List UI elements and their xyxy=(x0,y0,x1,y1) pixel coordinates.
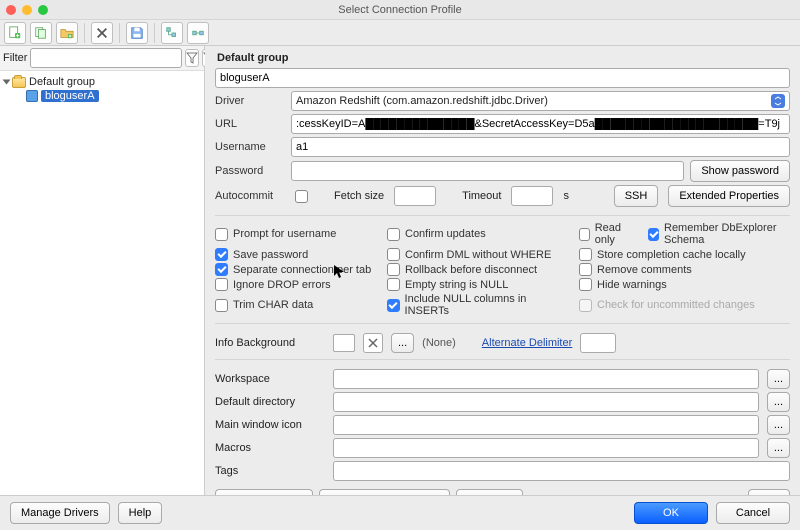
info-bg-clear-button[interactable] xyxy=(363,333,383,353)
alternate-delimiter-input[interactable] xyxy=(580,333,616,353)
new-group-button[interactable] xyxy=(56,22,78,44)
toolbar xyxy=(0,20,800,46)
x-icon xyxy=(95,26,109,40)
include-null-checkbox[interactable]: Include NULL columns in INSERTs xyxy=(387,293,567,317)
save-password-checkbox[interactable]: Save password xyxy=(215,248,375,261)
cancel-button[interactable]: Cancel xyxy=(716,502,790,524)
username-label: Username xyxy=(215,141,285,153)
alternate-delimiter-link[interactable]: Alternate Delimiter xyxy=(482,337,572,349)
manage-drivers-button[interactable]: Manage Drivers xyxy=(10,502,110,524)
funnel-icon xyxy=(186,52,198,64)
info-bg-label: Info Background xyxy=(215,337,325,349)
tags-label: Tags xyxy=(215,465,325,477)
copy-profile-button[interactable] xyxy=(30,22,52,44)
timeout-label: Timeout xyxy=(462,190,501,202)
prompt-username-checkbox[interactable]: Prompt for username xyxy=(215,222,375,246)
timeout-unit: s xyxy=(563,190,569,202)
empty-null-checkbox[interactable]: Empty string is NULL xyxy=(387,278,567,291)
hide-warnings-checkbox[interactable]: Hide warnings xyxy=(579,278,790,291)
folder-icon xyxy=(12,77,26,88)
defdir-label: Default directory xyxy=(215,396,325,408)
driver-select[interactable]: Amazon Redshift (com.amazon.redshift.jdb… xyxy=(291,91,790,111)
tree-profile-label: bloguserA xyxy=(41,90,99,102)
workspace-browse-button[interactable]: ... xyxy=(767,369,790,389)
fetch-label: Fetch size xyxy=(334,190,384,202)
filter-apply-button[interactable] xyxy=(185,49,199,67)
delete-button[interactable] xyxy=(91,22,113,44)
icon-input[interactable] xyxy=(333,415,759,435)
username-input[interactable] xyxy=(291,137,790,157)
store-cache-checkbox[interactable]: Store completion cache locally xyxy=(579,248,790,261)
trim-char-checkbox[interactable]: Trim CHAR data xyxy=(215,293,375,317)
workspace-label: Workspace xyxy=(215,373,325,385)
x-icon xyxy=(368,338,378,348)
ok-button[interactable]: OK xyxy=(634,502,708,524)
icon-label: Main window icon xyxy=(215,419,325,431)
profile-tree[interactable]: Default group bloguserA xyxy=(0,71,204,495)
disclosure-icon[interactable] xyxy=(3,80,11,85)
group-header: Default group xyxy=(217,52,790,64)
info-bg-swatch[interactable] xyxy=(333,334,355,352)
info-bg-browse-button[interactable]: ... xyxy=(391,333,414,353)
driver-value: Amazon Redshift (com.amazon.redshift.jdb… xyxy=(296,95,548,107)
url-label: URL xyxy=(215,118,285,130)
tree-group[interactable]: Default group xyxy=(2,75,202,89)
file-plus-icon xyxy=(8,26,22,40)
defdir-browse-button[interactable]: ... xyxy=(767,392,790,412)
password-label: Password xyxy=(215,165,285,177)
macros-input[interactable] xyxy=(333,438,759,458)
url-input[interactable] xyxy=(291,114,790,134)
profile-icon xyxy=(26,90,38,102)
floppy-icon xyxy=(130,26,144,40)
new-profile-button[interactable] xyxy=(4,22,26,44)
remove-comments-checkbox[interactable]: Remove comments xyxy=(579,263,790,276)
driver-label: Driver xyxy=(215,95,285,107)
timeout-input[interactable] xyxy=(511,186,553,206)
tree-profile[interactable]: bloguserA xyxy=(2,89,202,103)
defdir-input[interactable] xyxy=(333,392,759,412)
tags-input[interactable] xyxy=(333,461,790,481)
read-only-checkbox[interactable]: Read only xyxy=(579,222,634,246)
macros-browse-button[interactable]: ... xyxy=(767,438,790,458)
autocommit-label: Autocommit xyxy=(215,190,285,202)
separate-tab-checkbox[interactable]: Separate connection per tab xyxy=(215,263,375,276)
info-bg-value: (None) xyxy=(422,337,456,349)
icon-browse-button[interactable]: ... xyxy=(767,415,790,435)
fetch-input[interactable] xyxy=(394,186,436,206)
titlebar: Select Connection Profile xyxy=(0,0,800,20)
filter-label: Filter xyxy=(3,52,27,64)
rollback-checkbox[interactable]: Rollback before disconnect xyxy=(387,263,567,276)
tree-expand-icon xyxy=(165,26,179,40)
workspace-input[interactable] xyxy=(333,369,759,389)
ignore-drop-checkbox[interactable]: Ignore DROP errors xyxy=(215,278,375,291)
tree-collapse-icon xyxy=(191,26,205,40)
folder-plus-icon xyxy=(60,26,74,40)
autocommit-checkbox[interactable] xyxy=(295,190,308,203)
chevron-updown-icon xyxy=(771,94,785,108)
remember-schema-checkbox[interactable]: Remember DbExplorer Schema xyxy=(648,222,790,246)
check-uncommitted-checkbox: Check for uncommitted changes xyxy=(579,293,790,317)
macros-label: Macros xyxy=(215,442,325,454)
tree-group-label: Default group xyxy=(29,76,95,88)
filter-input[interactable] xyxy=(30,48,182,68)
copy-icon xyxy=(34,26,48,40)
extended-props-button[interactable]: Extended Properties xyxy=(668,185,790,207)
expand-tree-button[interactable] xyxy=(161,22,183,44)
password-input[interactable] xyxy=(291,161,684,181)
show-password-button[interactable]: Show password xyxy=(690,160,790,182)
confirm-updates-checkbox[interactable]: Confirm updates xyxy=(387,222,567,246)
profile-name-input[interactable] xyxy=(215,68,790,88)
save-button[interactable] xyxy=(126,22,148,44)
ssh-button[interactable]: SSH xyxy=(614,185,659,207)
help-button[interactable]: Help xyxy=(118,502,163,524)
confirm-dml-checkbox[interactable]: Confirm DML without WHERE xyxy=(387,248,567,261)
collapse-tree-button[interactable] xyxy=(187,22,209,44)
window-title: Select Connection Profile xyxy=(0,4,800,16)
